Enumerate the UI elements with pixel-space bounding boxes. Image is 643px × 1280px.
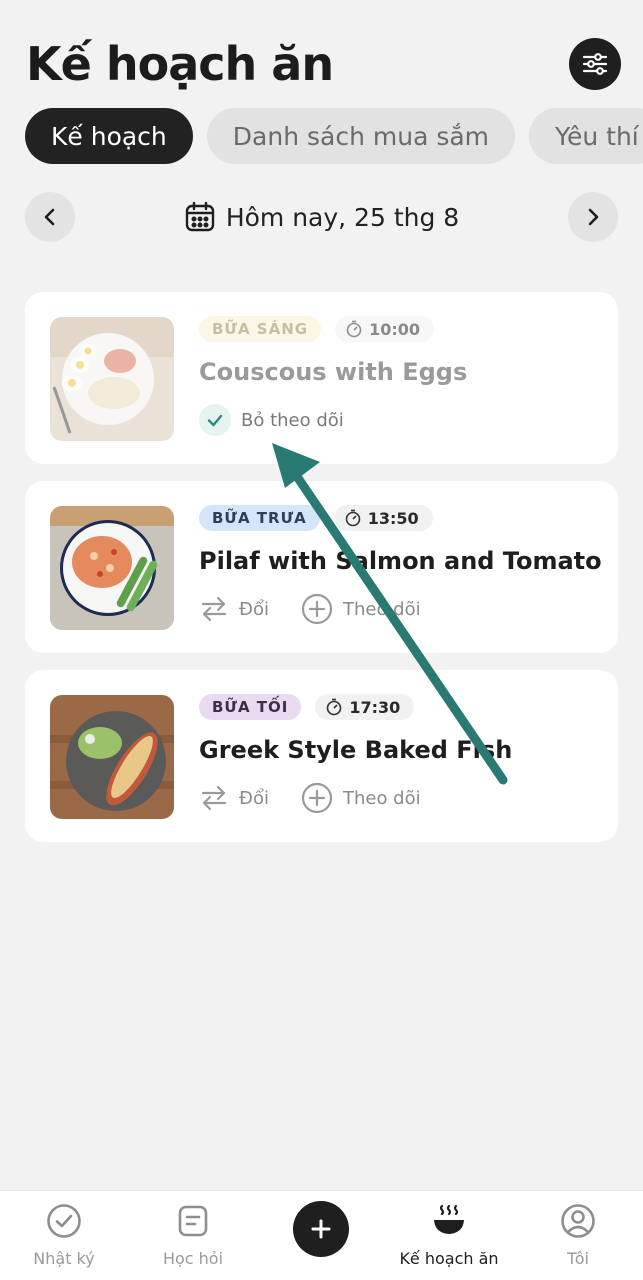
nav-profile[interactable]: Tôi	[518, 1201, 638, 1268]
chevron-right-icon	[588, 208, 599, 226]
meal-type-badge: BỮA SÁNG	[199, 316, 322, 342]
nav-meal-plan-label: Kế hoạch ăn	[399, 1249, 499, 1268]
meal-chips: BỮA TỐI 17:30	[199, 694, 598, 720]
meal-card-lunch[interactable]: BỮA TRƯA 13:50 Pilaf with Salmon and Tom…	[25, 481, 618, 653]
track-button[interactable]: Theo dõi	[301, 593, 421, 625]
meal-type-badge: BỮA TỐI	[199, 694, 302, 720]
track-button[interactable]: Theo dõi	[301, 782, 421, 814]
swap-icon	[201, 596, 227, 622]
swap-button[interactable]: Đổi	[199, 783, 269, 813]
date-bar: Hôm nay, 25 thg 8	[25, 192, 618, 242]
nav-meal-plan[interactable]: Kế hoạch ăn	[389, 1201, 509, 1268]
nav-diary[interactable]: Nhật ký	[4, 1201, 124, 1268]
tab-plan[interactable]: Kế hoạch	[25, 108, 193, 164]
check-icon	[199, 404, 231, 436]
track-label: Theo dõi	[342, 598, 421, 620]
tab-bar: Kế hoạch Danh sách mua sắm Yêu thí	[25, 108, 643, 164]
meal-type-badge: BỮA TRƯA	[199, 505, 320, 531]
date-label[interactable]: Hôm nay, 25 thg 8	[25, 192, 618, 242]
meal-actions: Đổi Theo dõi	[199, 593, 598, 625]
swap-label: Đổi	[239, 787, 269, 809]
stopwatch-icon	[327, 698, 342, 716]
steaming-bowl-icon	[434, 1204, 464, 1234]
meal-info: BỮA TRƯA 13:50 Pilaf with Salmon and Tom…	[199, 505, 602, 625]
tab-favorites[interactable]: Yêu thí	[529, 108, 643, 164]
meal-photo	[50, 506, 174, 630]
meal-photo	[50, 695, 174, 819]
add-button[interactable]	[293, 1201, 349, 1257]
user-circle-icon	[561, 1204, 595, 1238]
meal-title: Greek Style Baked Fish	[199, 736, 513, 764]
nav-learn[interactable]: Học hỏi	[133, 1201, 253, 1268]
page-title: Kế hoạch ăn	[26, 37, 334, 91]
plus-circle-icon	[301, 593, 333, 625]
meal-chips: BỮA SÁNG 10:00	[199, 316, 598, 342]
meal-actions: Bỏ theo dõi	[199, 404, 598, 436]
check-circle-icon	[47, 1204, 81, 1238]
meal-photo	[50, 317, 174, 441]
meal-chips: BỮA TRƯA 13:50	[199, 505, 598, 531]
note-icon	[178, 1205, 208, 1237]
plus-circle-icon	[301, 782, 333, 814]
bottom-nav: Nhật ký Học hỏi Kế hoạch ăn Tôi	[0, 1190, 643, 1280]
meal-title: Couscous with Eggs	[199, 358, 468, 386]
track-label: Theo dõi	[342, 787, 421, 809]
filter-button[interactable]	[569, 38, 621, 90]
time-badge: 13:50	[333, 505, 433, 531]
stopwatch-icon	[346, 320, 362, 338]
date-text: Hôm nay, 25 thg 8	[225, 202, 460, 232]
meal-card-breakfast[interactable]: BỮA SÁNG 10:00 Couscous with Eggs Bỏ the…	[25, 292, 618, 464]
time-text: 13:50	[367, 508, 419, 528]
untrack-button[interactable]: Bỏ theo dõi	[199, 404, 344, 436]
header: Kế hoạch ăn	[26, 30, 621, 100]
meal-info: BỮA SÁNG 10:00 Couscous with Eggs Bỏ the…	[199, 316, 598, 436]
swap-button[interactable]: Đổi	[199, 594, 269, 624]
meal-info: BỮA TỐI 17:30 Greek Style Baked Fish Đổi…	[199, 694, 598, 814]
sliders-icon	[582, 53, 608, 75]
plus-icon	[311, 1219, 331, 1239]
meal-title: Pilaf with Salmon and Tomato	[199, 547, 602, 575]
meal-card-dinner[interactable]: BỮA TỐI 17:30 Greek Style Baked Fish Đổi…	[25, 670, 618, 842]
nav-profile-label: Tôi	[567, 1249, 589, 1268]
meal-actions: Đổi Theo dõi	[199, 782, 598, 814]
calendar-icon	[185, 201, 215, 232]
tab-shopping-list[interactable]: Danh sách mua sắm	[206, 108, 516, 164]
time-badge: 17:30	[315, 694, 415, 720]
next-day-button[interactable]	[568, 192, 618, 242]
swap-label: Đổi	[239, 598, 269, 620]
stopwatch-icon	[345, 509, 361, 527]
nav-learn-label: Học hỏi	[162, 1249, 224, 1268]
time-badge: 10:00	[335, 316, 435, 342]
time-text: 10:00	[369, 319, 421, 339]
time-text: 17:30	[349, 697, 401, 717]
untrack-label: Bỏ theo dõi	[241, 409, 344, 431]
swap-icon	[201, 785, 227, 811]
nav-diary-label: Nhật ký	[33, 1249, 95, 1268]
